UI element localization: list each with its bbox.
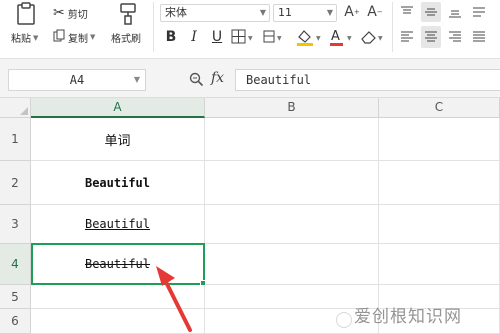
ribbon-toolbar: 粘贴 ▼ ✂ 剪切 复制 ▼ 格式刷 宋体 ▼ 11 ▼ A + A − B I U ▼…: [0, 0, 500, 58]
svg-text:A: A: [331, 29, 340, 44]
cell-text: Beautiful: [84, 217, 151, 231]
underline-label: U: [211, 29, 223, 45]
annotation-arrow-icon: [156, 266, 192, 332]
chevron-down-icon: ▼: [33, 33, 39, 42]
font-size-value: 11: [278, 6, 292, 19]
copy-button[interactable]: 复制 ▼: [53, 29, 95, 45]
row-header-6[interactable]: 6: [0, 309, 31, 334]
column-header-label: B: [287, 100, 296, 114]
align-bottom-icon[interactable]: [446, 4, 464, 20]
align-center-icon[interactable]: [421, 26, 441, 48]
cell-a1[interactable]: 单词: [31, 118, 205, 161]
align-left-icon[interactable]: [398, 28, 416, 46]
svg-text:▼: ▼: [277, 35, 282, 42]
chevron-down-icon: ▼: [259, 8, 266, 17]
row-header-3[interactable]: 3: [0, 205, 31, 244]
cell-c4[interactable]: [379, 244, 500, 285]
name-box-value: A4: [69, 73, 85, 87]
align-middle-icon[interactable]: [421, 2, 441, 22]
cell-text: Beautiful: [84, 175, 151, 190]
format-painter-label: 格式刷: [111, 34, 141, 45]
cell-b3[interactable]: [205, 205, 379, 244]
font-size-select[interactable]: 11 ▼: [273, 4, 337, 22]
ribbon-divider: [153, 2, 154, 52]
cell-b6[interactable]: [205, 309, 379, 334]
svg-text:▼: ▼: [347, 35, 352, 42]
column-header-label: C: [434, 100, 444, 114]
cell-c2[interactable]: [379, 161, 500, 205]
scissors-icon: ✂: [53, 5, 65, 21]
watermark-logo-icon: [336, 312, 352, 328]
cut-label: 剪切: [67, 9, 88, 21]
align-right-icon[interactable]: [446, 28, 464, 46]
cell-c3[interactable]: [379, 205, 500, 244]
row-header-4[interactable]: 4: [0, 244, 31, 285]
border-icon[interactable]: ▼: [231, 28, 255, 46]
eraser-icon[interactable]: ▼: [359, 27, 387, 47]
italic-label: I: [191, 29, 197, 45]
underline-button[interactable]: U: [208, 27, 226, 47]
watermark-text: 爱创根知识网: [354, 307, 462, 327]
zoom-icon[interactable]: [188, 71, 204, 87]
chevron-down-icon: ▼: [133, 75, 140, 84]
select-all-triangle-icon: [20, 107, 28, 115]
cell-c1[interactable]: [379, 118, 500, 161]
copy-label: 复制: [68, 33, 88, 45]
cell-a2[interactable]: Beautiful: [31, 161, 205, 205]
cell-a3[interactable]: Beautiful: [31, 205, 205, 244]
font-name-select[interactable]: 宋体 ▼: [160, 4, 270, 22]
increase-font-icon[interactable]: A +: [342, 3, 362, 21]
cell-style-icon[interactable]: ▼: [263, 28, 291, 46]
cell-b4[interactable]: [205, 244, 379, 285]
column-header-label: A: [113, 100, 122, 114]
row-number: 4: [11, 257, 19, 271]
italic-button[interactable]: I: [185, 27, 203, 47]
font-name-value: 宋体: [165, 6, 187, 19]
row-header-2[interactable]: 2: [0, 161, 31, 205]
formula-bar: A4 ▼ fx Beautiful: [0, 58, 500, 98]
fill-color-icon[interactable]: ▼: [295, 27, 325, 47]
decrease-font-icon[interactable]: A −: [365, 3, 385, 21]
column-header-a[interactable]: A: [31, 98, 205, 118]
bold-label: B: [165, 29, 177, 45]
justify-icon[interactable]: [470, 28, 488, 46]
font-color-icon[interactable]: A ▼: [328, 27, 356, 47]
row-header-5[interactable]: 5: [0, 285, 31, 309]
column-header-c[interactable]: C: [379, 98, 500, 118]
paste-button[interactable]: 粘贴 ▼: [11, 30, 39, 46]
bold-button[interactable]: B: [162, 27, 180, 47]
align-top-icon[interactable]: [398, 4, 416, 20]
row-number: 5: [11, 289, 19, 304]
format-painter-icon[interactable]: [117, 2, 139, 26]
chevron-down-icon: ▼: [326, 8, 333, 17]
svg-text:▼: ▼: [316, 35, 321, 42]
column-header-b[interactable]: B: [205, 98, 379, 118]
row-number: 3: [11, 217, 19, 231]
paste-icon[interactable]: [14, 2, 38, 26]
formula-input[interactable]: Beautiful: [235, 69, 500, 91]
copy-icon: [53, 29, 65, 45]
fx-icon[interactable]: fx: [211, 70, 224, 86]
wrap-text-icon[interactable]: [470, 4, 488, 20]
select-all-corner[interactable]: [0, 98, 31, 118]
cell-b5[interactable]: [205, 285, 379, 309]
name-box[interactable]: A4 ▼: [8, 69, 146, 91]
format-painter-button[interactable]: 格式刷: [111, 30, 141, 45]
row-number: 1: [11, 132, 19, 146]
cut-button[interactable]: ✂ 剪切: [53, 5, 88, 21]
cell-text: 单词: [104, 133, 131, 149]
svg-text:▼: ▼: [378, 35, 383, 42]
cell-b1[interactable]: [205, 118, 379, 161]
cell-b2[interactable]: [205, 161, 379, 205]
paste-label: 粘贴: [11, 34, 31, 45]
row-number: 6: [11, 314, 19, 328]
ribbon-divider: [392, 2, 393, 52]
svg-text:▼: ▼: [248, 35, 253, 42]
row-number: 2: [11, 175, 19, 190]
formula-value: Beautiful: [246, 73, 312, 87]
row-header-1[interactable]: 1: [0, 118, 31, 161]
chevron-down-icon: ▼: [90, 33, 96, 41]
